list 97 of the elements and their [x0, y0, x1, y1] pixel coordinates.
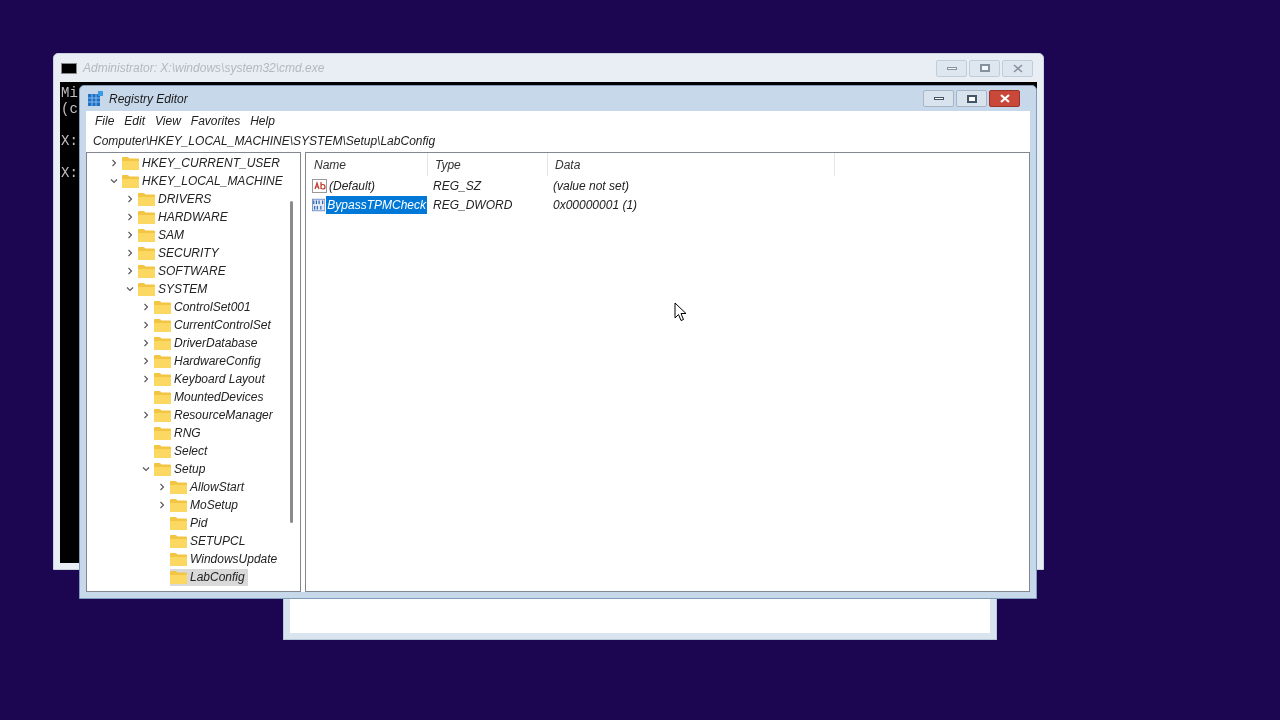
- column-header[interactable]: Name: [307, 153, 428, 176]
- tree-item[interactable]: MoSetup: [170, 496, 242, 514]
- minimize-button[interactable]: [923, 90, 954, 107]
- menu-item[interactable]: File: [91, 112, 119, 130]
- tree-item[interactable]: SYSTEM: [138, 280, 211, 298]
- chevron-right-icon[interactable]: [142, 303, 150, 311]
- tree-item[interactable]: WindowsUpdate: [170, 550, 281, 568]
- chevron-down-icon[interactable]: [110, 177, 118, 185]
- folder-icon: [122, 174, 139, 188]
- console-icon: [61, 62, 77, 74]
- minimize-button[interactable]: [936, 59, 967, 77]
- close-button[interactable]: [989, 90, 1020, 107]
- folder-icon: [154, 336, 171, 350]
- tree-item[interactable]: LabConfig: [170, 568, 248, 586]
- column-header[interactable]: Type: [428, 153, 548, 176]
- close-icon: [999, 94, 1010, 103]
- menu-item[interactable]: Favorites: [186, 112, 245, 130]
- menu-item[interactable]: Edit: [120, 112, 150, 130]
- folder-icon: [122, 156, 139, 170]
- chevron-down-icon[interactable]: [126, 285, 134, 293]
- tree-item[interactable]: ControlSet001: [154, 298, 254, 316]
- chevron-right-icon[interactable]: [142, 321, 150, 329]
- address-bar[interactable]: Computer\HKEY_LOCAL_MACHINE\SYSTEM\Setup\LabConfig: [86, 131, 1030, 151]
- window-title: Registry Editor: [109, 90, 188, 108]
- tree-item[interactable]: SOFTWARE: [138, 262, 229, 280]
- folder-icon: [154, 444, 171, 458]
- chevron-right-icon[interactable]: [142, 375, 150, 383]
- folder-icon: [170, 570, 187, 584]
- menu-item[interactable]: Help: [246, 112, 279, 130]
- maximize-button[interactable]: [956, 90, 987, 107]
- chevron-right-icon[interactable]: [142, 411, 150, 419]
- folder-icon: [154, 318, 171, 332]
- folder-icon: [170, 516, 187, 530]
- value-type: REG_DWORD: [433, 197, 513, 212]
- chevron-right-icon[interactable]: [142, 339, 150, 347]
- value-name[interactable]: BypassTPMCheck: [326, 195, 427, 214]
- tree-item[interactable]: HKEY_CURRENT_USER: [122, 154, 284, 172]
- folder-icon: [154, 300, 171, 314]
- tree-item[interactable]: HARDWARE: [138, 208, 231, 226]
- tree-item[interactable]: DRIVERS: [138, 190, 215, 208]
- chevron-right-icon[interactable]: [158, 483, 166, 491]
- tree-item[interactable]: RNG: [154, 424, 204, 442]
- scrollbar-thumb[interactable]: [290, 201, 293, 523]
- value-data: 0x00000001 (1): [553, 197, 638, 212]
- close-icon: [1012, 63, 1023, 73]
- chevron-right-icon[interactable]: [126, 231, 134, 239]
- tree-item[interactable]: Select: [154, 442, 211, 460]
- tree-item[interactable]: HardwareConfig: [154, 352, 264, 370]
- folder-icon: [138, 264, 155, 278]
- value-type: REG_SZ: [433, 178, 481, 193]
- chevron-right-icon[interactable]: [158, 501, 166, 509]
- tree-item[interactable]: MountedDevices: [154, 388, 267, 406]
- folder-icon: [154, 462, 171, 476]
- folder-icon: [170, 498, 187, 512]
- folder-icon: [154, 390, 171, 404]
- console-text: X:: [61, 133, 78, 149]
- tree-item[interactable]: CurrentControlSet: [154, 316, 274, 334]
- folder-icon: [154, 372, 171, 386]
- chevron-right-icon[interactable]: [142, 357, 150, 365]
- folder-icon: [138, 228, 155, 242]
- tree-item[interactable]: SECURITY: [138, 244, 222, 262]
- console-text: X:: [61, 165, 78, 181]
- tree-item[interactable]: SAM: [138, 226, 187, 244]
- column-header[interactable]: Data: [548, 153, 835, 176]
- value-data: (value not set): [553, 178, 630, 193]
- chevron-right-icon[interactable]: [126, 249, 134, 257]
- folder-icon: [138, 210, 155, 224]
- tree-item[interactable]: ResourceManager: [154, 406, 276, 424]
- menu-item[interactable]: View: [151, 112, 185, 130]
- chevron-right-icon[interactable]: [126, 195, 134, 203]
- registry-icon: [88, 91, 103, 106]
- tree-item[interactable]: DriverDatabase: [154, 334, 261, 352]
- tree-item[interactable]: AllowStart: [170, 478, 248, 496]
- chevron-right-icon[interactable]: [126, 267, 134, 275]
- chevron-down-icon[interactable]: [142, 465, 150, 473]
- folder-icon: [170, 552, 187, 566]
- folder-icon: [170, 534, 187, 548]
- folder-icon: [154, 426, 171, 440]
- value-name[interactable]: (Default): [328, 176, 376, 195]
- tree-item[interactable]: Pid: [170, 514, 211, 532]
- tree-item[interactable]: SETUPCL: [170, 532, 249, 550]
- folder-icon: [138, 282, 155, 296]
- folder-icon: [138, 246, 155, 260]
- console-text: Mi: [61, 85, 78, 101]
- folder-icon: [138, 192, 155, 206]
- folder-icon: [170, 480, 187, 494]
- tree-item[interactable]: Keyboard Layout: [154, 370, 268, 388]
- mouse-cursor-icon: [674, 302, 687, 322]
- tree-item[interactable]: Setup: [154, 460, 209, 478]
- string-value-icon: [312, 178, 327, 193]
- tree-item[interactable]: HKEY_LOCAL_MACHINE: [122, 172, 286, 190]
- console-text: (c: [61, 101, 78, 117]
- chevron-right-icon[interactable]: [110, 159, 118, 167]
- folder-icon: [154, 354, 171, 368]
- chevron-right-icon[interactable]: [126, 213, 134, 221]
- binary-value-icon: [312, 197, 326, 212]
- folder-icon: [154, 408, 171, 422]
